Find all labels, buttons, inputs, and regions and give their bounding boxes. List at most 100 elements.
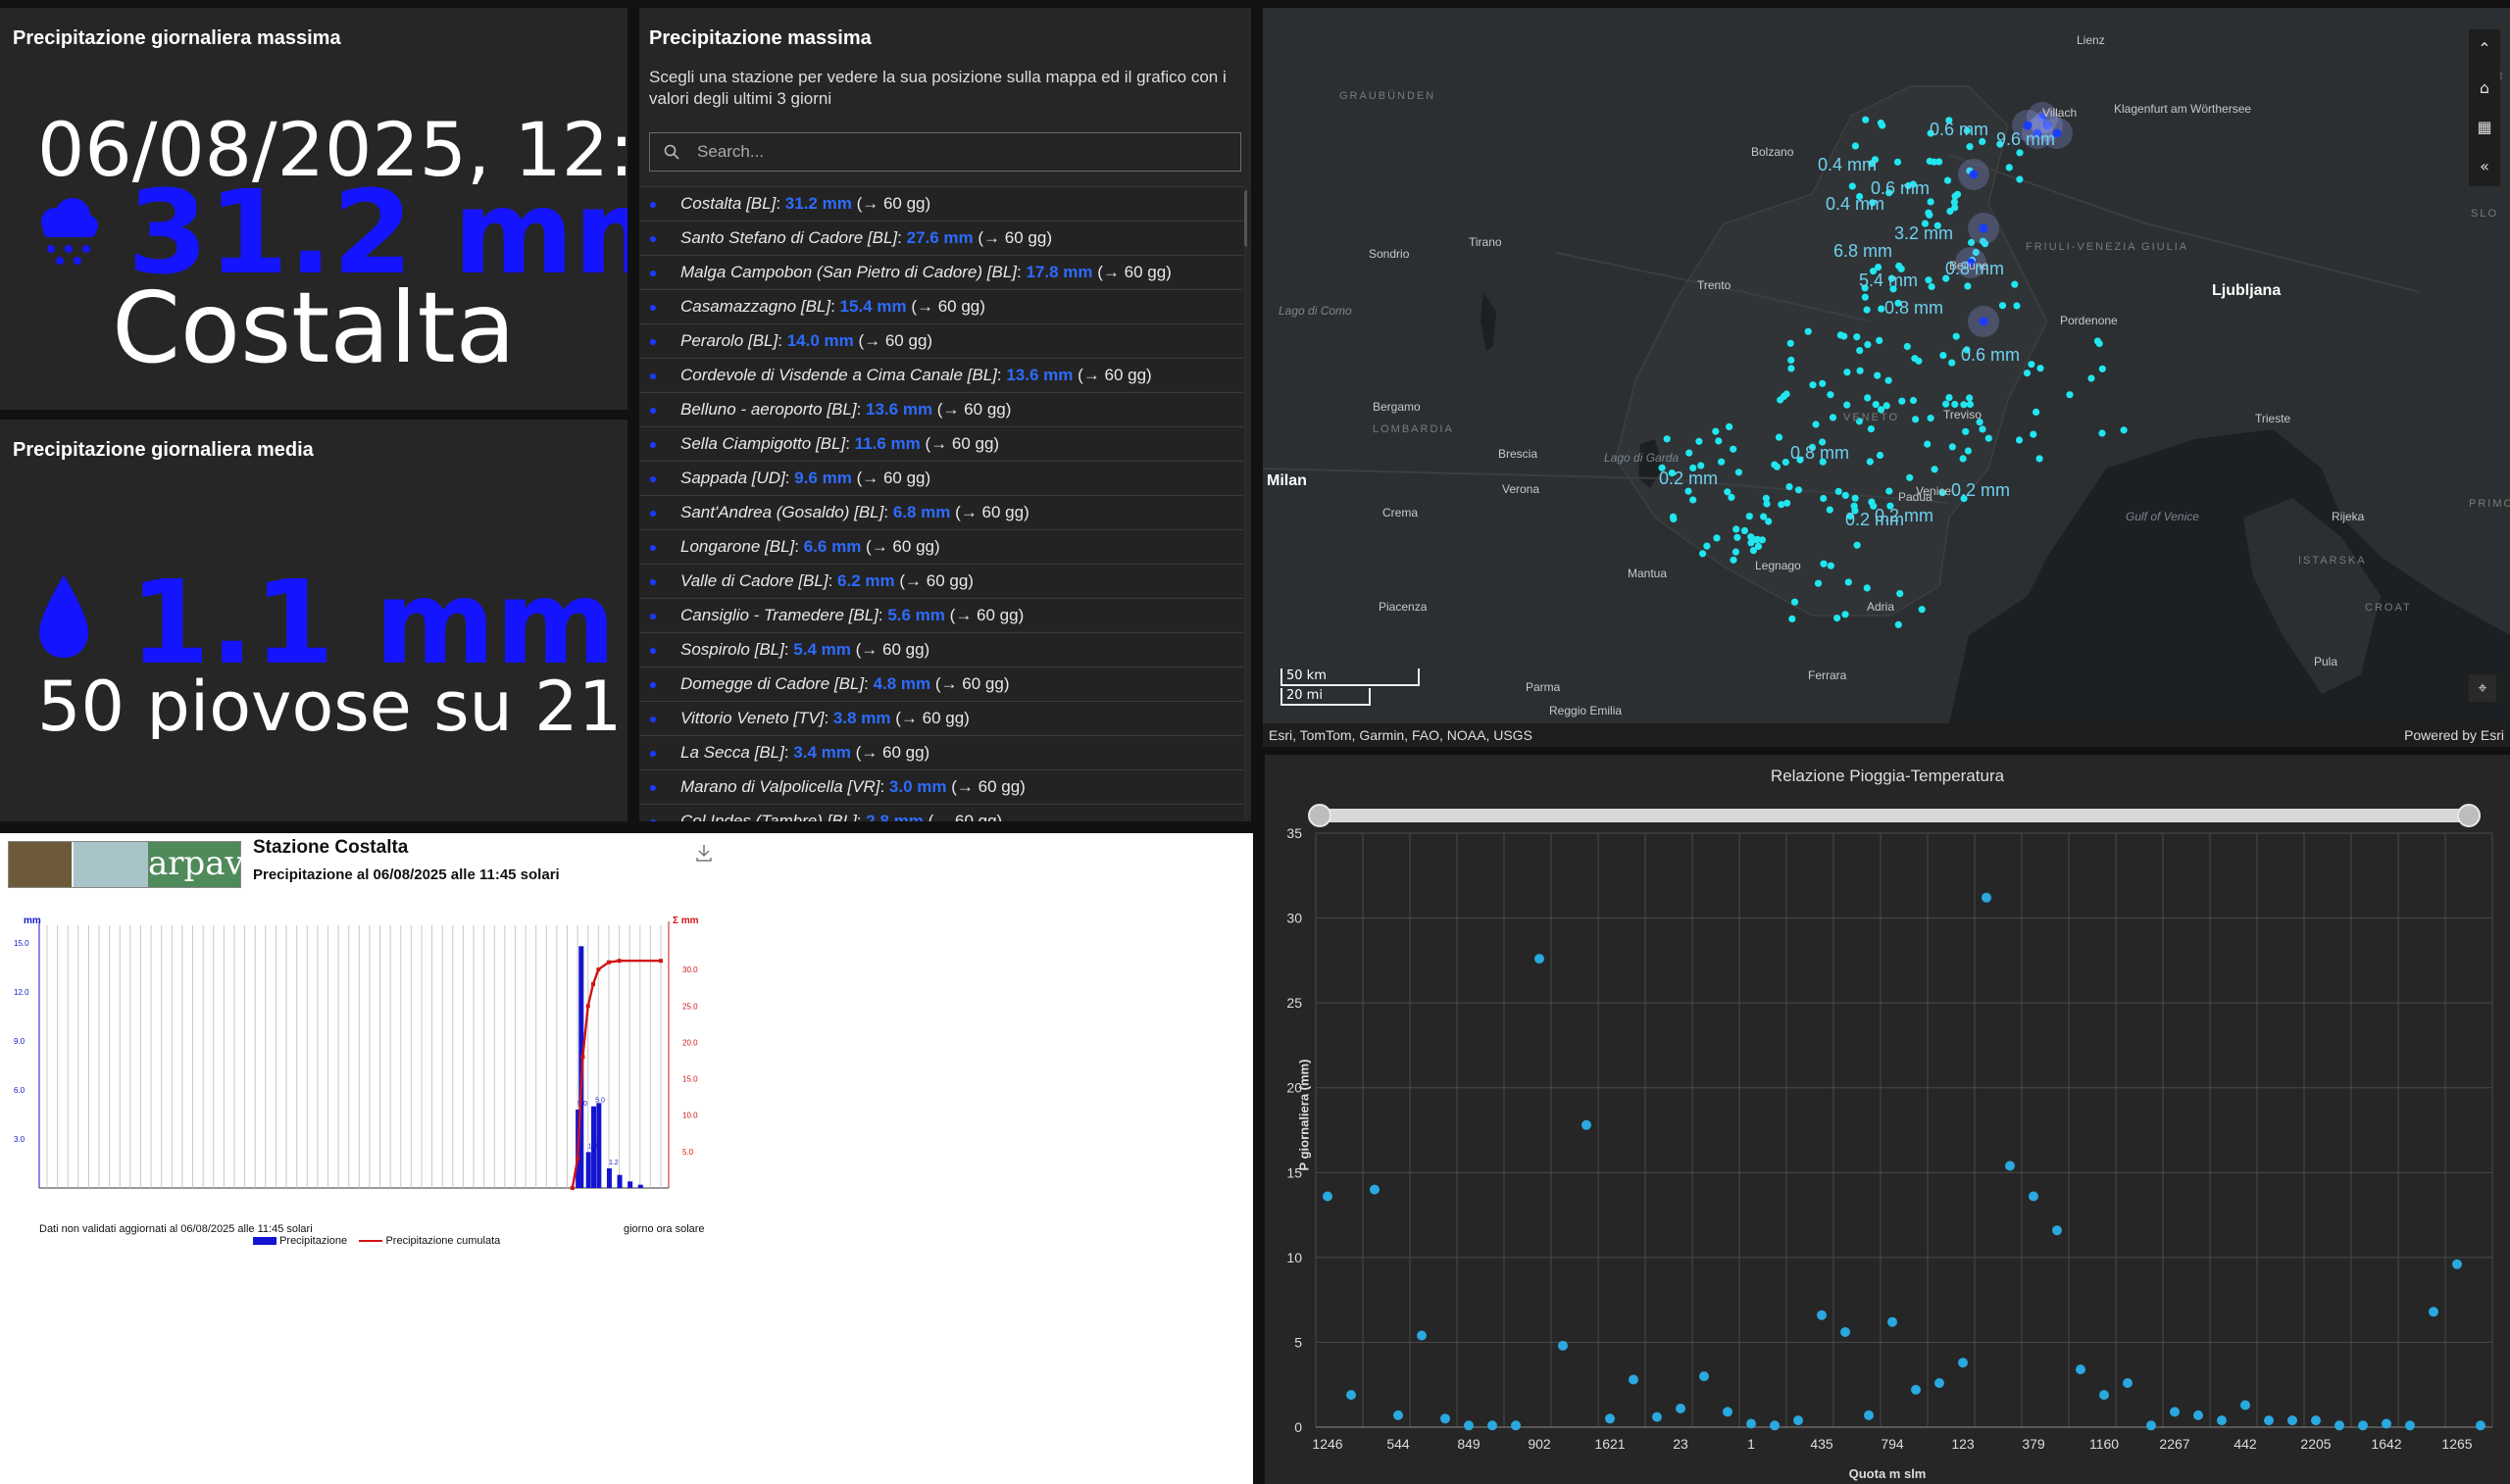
station-point <box>1786 339 1794 347</box>
scatter-point <box>1346 1390 1356 1401</box>
scatter-ylabel: P giornaliera (mm) <box>1296 1059 1312 1171</box>
station-point <box>1829 414 1837 421</box>
station-point <box>1715 437 1723 445</box>
station-list-item[interactable]: Sant'Andrea (Gosaldo) [BL]: 6.8 mm (→ 60… <box>639 495 1243 528</box>
water-label: Lago di Garda <box>1604 451 1680 465</box>
station-list-panel: Precipitazione massima Scegli una stazio… <box>639 8 1251 821</box>
station-point <box>2016 149 2024 157</box>
station-point <box>1844 578 1852 586</box>
station-point <box>1939 352 1947 360</box>
point-value-label: 9.6 mm <box>1996 129 2056 149</box>
cumulative-marker <box>591 982 596 986</box>
station-list-item[interactable]: Col Indes (Tambre) [BL]: 2.8 mm (→ 60 gg… <box>639 804 1243 821</box>
station-list-item[interactable]: Cansiglio - Tramedere [BL]: 5.6 mm (→ 60… <box>639 598 1243 631</box>
station-point <box>1856 367 1864 374</box>
map-view[interactable]: Lienz Villach Klagenfurt am Wörthersee Bolz… <box>1263 8 2510 747</box>
station-point <box>1851 494 1859 502</box>
station-point <box>1895 262 1903 270</box>
station-point <box>1893 158 1902 166</box>
station-point <box>1787 356 1795 364</box>
bar-label: 1.8 <box>588 1143 598 1150</box>
station-marker-icon <box>650 614 656 619</box>
scatter-point <box>2287 1415 2297 1426</box>
station-point <box>1788 615 1796 623</box>
locate-icon[interactable]: ⌖ <box>2469 674 2496 702</box>
city-label: Trieste <box>2255 412 2291 425</box>
powered-by-esri[interactable]: Powered by Esri <box>2404 727 2504 743</box>
station-item-text: Vittorio Veneto [TV]: 3.8 mm (→ 60 gg) <box>680 709 970 727</box>
qr-icon[interactable]: ▦ <box>2469 108 2500 147</box>
station-list-item[interactable]: Marano di Valpolicella [VR]: 3.0 mm (→ 6… <box>639 769 1243 803</box>
scatter-point <box>1793 1415 1803 1426</box>
station-point <box>1984 434 1992 442</box>
station-point <box>1962 427 1970 435</box>
station-list-item[interactable]: Domegge di Cadore [BL]: 4.8 mm (→ 60 gg) <box>639 667 1243 700</box>
station-marker-icon <box>650 373 656 379</box>
station-item-text: Malga Campobon (San Pietro di Cadore) [B… <box>680 263 1172 281</box>
point-value-label: 0.8 mm <box>1790 443 1850 463</box>
scrollbar-thumb[interactable] <box>1244 190 1247 247</box>
station-point <box>1894 620 1902 628</box>
list-scrollbar[interactable] <box>1244 186 1247 821</box>
x-tick-label: 1 <box>1747 1436 1755 1452</box>
scatter-point <box>1464 1420 1474 1431</box>
station-list-item[interactable]: Valle di Cadore [BL]: 6.2 mm (→ 60 gg) <box>639 564 1243 597</box>
station-point <box>2015 436 2024 444</box>
kpi-max-title: Precipitazione giornaliera massima <box>13 27 341 49</box>
station-list-item[interactable]: Santo Stefano di Cadore [BL]: 27.6 mm (→… <box>639 221 1243 254</box>
station-point <box>1925 276 1933 284</box>
station-list-item[interactable]: Cordevole di Visdende a Cima Canale [BL]… <box>639 358 1243 391</box>
station-point <box>1966 143 1974 151</box>
right-unit: Σ mm <box>673 915 699 926</box>
station-suffix: (→ 60 gg) <box>949 606 1025 624</box>
city-label: Bergamo <box>1373 400 1421 414</box>
map-attribution[interactable]: Esri, TomTom, Garmin, FAO, NOAA, USGS <box>1269 727 1532 743</box>
station-point <box>1863 584 1871 592</box>
station-value: 6.8 mm <box>892 503 951 521</box>
station-point <box>2120 426 2128 434</box>
station-list-item[interactable]: Longarone [BL]: 6.6 mm (→ 60 gg) <box>639 529 1243 563</box>
station-name: Perarolo [BL] <box>680 331 778 350</box>
station-list-item[interactable]: La Secca [BL]: 3.4 mm (→ 60 gg) <box>639 735 1243 768</box>
station-list-item[interactable]: Sospirolo [BL]: 5.4 mm (→ 60 gg) <box>639 632 1243 666</box>
x-tick-label: 2267 <box>2159 1436 2189 1452</box>
station-marker-icon <box>650 271 656 276</box>
chevrons-left-icon[interactable]: « <box>2469 147 2500 186</box>
station-list-item[interactable]: Costalta [BL]: 31.2 mm (→ 60 gg) <box>639 186 1243 220</box>
station-item-text: Cordevole di Visdende a Cima Canale [BL]… <box>680 366 1152 384</box>
home-icon[interactable]: ⌂ <box>2469 69 2500 108</box>
city-label: Bolzano <box>1751 145 1794 159</box>
y-tick-label: 35 <box>1286 825 1302 841</box>
station-point <box>2087 374 2095 382</box>
station-list-item[interactable]: Malga Campobon (San Pietro di Cadore) [B… <box>639 255 1243 288</box>
station-marker-icon <box>650 717 656 722</box>
station-name: Cansiglio - Tramedere [BL] <box>680 606 878 624</box>
station-point <box>1726 422 1733 430</box>
collapse-icon[interactable]: ⌃ <box>2469 29 2500 69</box>
station-point <box>2033 408 2040 416</box>
search-input[interactable] <box>697 139 1227 165</box>
station-list-item[interactable]: Belluno - aeroporto [BL]: 13.6 mm (→ 60 … <box>639 392 1243 425</box>
station-marker-icon <box>650 202 656 208</box>
station-list-item[interactable]: Sella Ciampigotto [BL]: 11.6 mm (→ 60 gg… <box>639 426 1243 460</box>
station-value: 3.0 mm <box>888 777 947 796</box>
station-list-item[interactable]: Perarolo [BL]: 14.0 mm (→ 60 gg) <box>639 323 1243 357</box>
precip-bar <box>606 1168 612 1188</box>
station-value: 2.8 mm <box>866 812 924 821</box>
point-value-label: 5.4 mm <box>1859 271 1919 290</box>
search-box[interactable] <box>649 132 1241 172</box>
station-suffix: (→ 60 gg) <box>1078 366 1152 384</box>
station-point <box>1884 376 1892 384</box>
station-item-text: Perarolo [BL]: 14.0 mm (→ 60 gg) <box>680 331 933 350</box>
map-canvas[interactable] <box>1263 8 2510 747</box>
station-name: Casamazzagno [BL] <box>680 297 831 316</box>
scatter-point <box>2217 1415 2227 1426</box>
station-list-item[interactable]: Vittorio Veneto [TV]: 3.8 mm (→ 60 gg) <box>639 701 1243 734</box>
x-tick-label: 2205 <box>2300 1436 2331 1452</box>
station-list-item[interactable]: Casamazzagno [BL]: 15.4 mm (→ 60 gg) <box>639 289 1243 322</box>
scatter-point <box>1746 1418 1756 1429</box>
station-point <box>1896 590 1904 598</box>
station-point <box>1685 449 1693 457</box>
station-point <box>1785 483 1793 491</box>
station-list-item[interactable]: Sappada [UD]: 9.6 mm (→ 60 gg) <box>639 461 1243 494</box>
